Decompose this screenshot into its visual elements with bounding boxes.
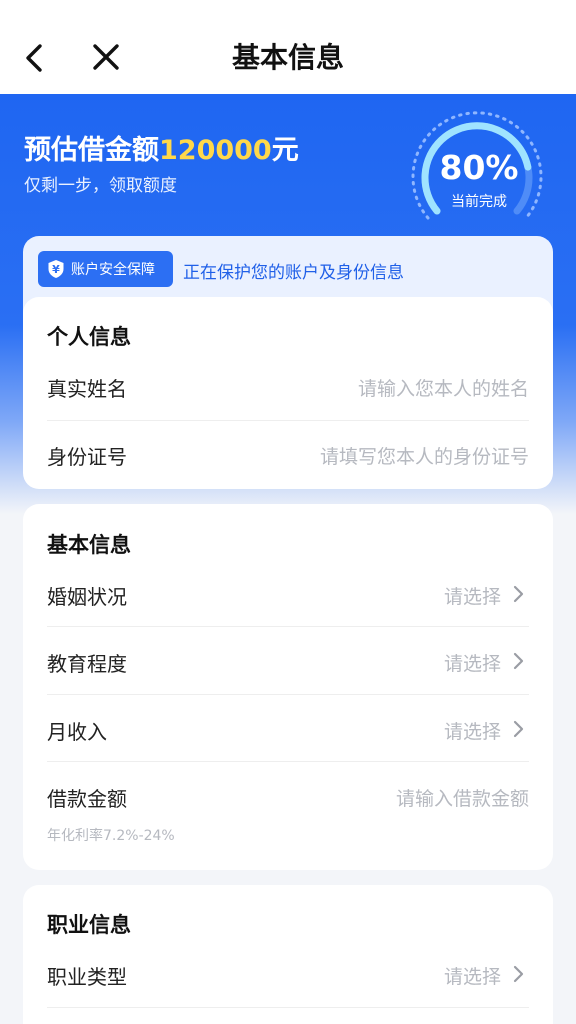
- progress-percent: 80%: [439, 148, 519, 187]
- education-select[interactable]: 请选择: [444, 649, 501, 676]
- divider: [47, 694, 529, 695]
- divider: [47, 1007, 529, 1008]
- basic-info-card: 基本信息 婚姻状况 请选择 教育程度 请选择 月收入 请选择 借款金额 请输入借…: [23, 504, 553, 870]
- estimated-amount-title: 预估借金额120000元: [24, 128, 299, 167]
- security-badge: ¥ 账户安全保障: [38, 251, 173, 287]
- security-badge-label: 账户安全保障: [71, 262, 155, 278]
- job-type-label: 职业类型: [47, 965, 127, 989]
- loan-amount-label: 借款金额: [47, 787, 127, 811]
- chevron-right-icon[interactable]: [511, 964, 525, 984]
- shield-yen-icon: ¥: [48, 260, 64, 278]
- estimated-amount: 120000: [159, 135, 272, 166]
- job-type-select[interactable]: 请选择: [444, 962, 501, 989]
- marital-status-label: 婚姻状况: [47, 585, 127, 609]
- marital-status-select[interactable]: 请选择: [444, 582, 501, 609]
- divider: [47, 420, 529, 421]
- education-label: 教育程度: [47, 652, 127, 676]
- real-name-input[interactable]: 请输入您本人的姓名: [358, 374, 529, 401]
- page-title: 基本信息: [231, 41, 344, 74]
- loan-amount-input[interactable]: 请输入借款金额: [396, 784, 529, 811]
- section-title-basic: 基本信息: [47, 533, 131, 557]
- divider: [47, 761, 529, 762]
- monthly-income-label: 月收入: [47, 720, 107, 744]
- id-number-input[interactable]: 请填写您本人的身份证号: [320, 442, 529, 469]
- real-name-label: 真实姓名: [47, 377, 127, 401]
- navigation-bar: 基本信息: [0, 0, 576, 94]
- progress-label: 当前完成: [451, 194, 507, 210]
- amount-unit: 元: [271, 135, 299, 166]
- svg-text:¥: ¥: [52, 263, 60, 276]
- id-number-label: 身份证号: [47, 445, 127, 469]
- amount-prefix: 预估借金额: [24, 135, 159, 166]
- rate-hint: 年化利率7.2%-24%: [47, 828, 175, 844]
- chevron-right-icon[interactable]: [511, 584, 525, 604]
- section-title-job: 职业信息: [47, 913, 131, 937]
- chevron-right-icon[interactable]: [511, 719, 525, 739]
- section-title-personal: 个人信息: [47, 325, 131, 349]
- chevron-right-icon[interactable]: [511, 651, 525, 671]
- monthly-income-select[interactable]: 请选择: [444, 717, 501, 744]
- divider: [47, 626, 529, 627]
- security-text: 正在保护您的账户及身份信息: [183, 263, 404, 283]
- personal-info-card: 个人信息 真实姓名 请输入您本人的姓名 身份证号 请填写您本人的身份证号: [23, 297, 553, 489]
- job-info-card: 职业信息 职业类型 请选择: [23, 885, 553, 1024]
- hero-subtitle: 仅剩一步，领取额度: [24, 176, 177, 196]
